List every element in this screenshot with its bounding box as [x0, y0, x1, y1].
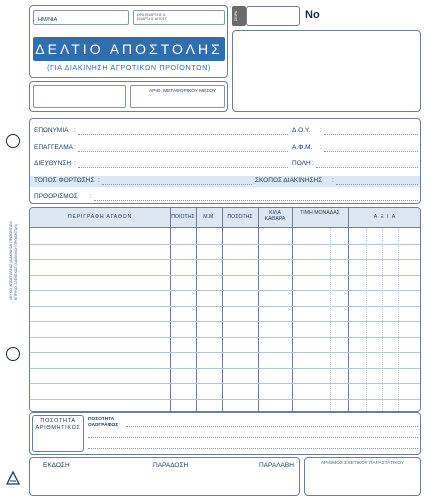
table-row[interactable]	[30, 243, 420, 245]
col-divider-3	[222, 208, 223, 411]
purpose-field[interactable]	[336, 184, 418, 185]
vehicle-number-field[interactable]: ΑΡΙΘ. ΜΕΤΑΦΟΡΙΚΟΥ ΜΕΣΟΥ	[130, 85, 225, 108]
col-divider-value-4	[398, 228, 399, 411]
totals-section: ΠΟΣΟΤΗΤΑ ΑΡΙΘΜΗΤΙΚΩΣ ΠΟΣΟΤΗΤΑ ΟΛΟΓΡΑΦΩΣ	[29, 412, 421, 455]
side-copy-label-2: ΚΙΤΡΙΝΟ: ΣΤΕΛΕΧΟΣ (ΔΙΑΚΙΝΗΣΗ ΠΡΟΪΟΝΤΩΝ)	[14, 223, 18, 300]
header-unit: Μ.Μ.	[203, 214, 215, 220]
document-subtitle: (ΓΙΑ ΔΙΑΚΙΝΗΣΗ ΑΓΡΟΤΙΚΩΝ ΠΡΟΪΟΝΤΩΝ)	[47, 63, 211, 72]
name-colon: :	[74, 127, 76, 134]
address-label: ΔΙΕΥΘΥΝΣΗ	[34, 160, 72, 167]
delivery-label: ΠΑΡΑΔΟΣΗ	[153, 462, 189, 469]
vat-label: Α.Φ.Μ.	[292, 144, 313, 151]
quantity-words-line-2[interactable]	[88, 437, 418, 438]
name-label: ΕΠΩΝΥΜΙΑ	[34, 127, 69, 134]
number-label: No	[305, 9, 320, 21]
table-row[interactable]	[30, 367, 420, 369]
title-banner: ΔΕΛΤΙΟ ΑΠΟΣΤΟΛΗΣ	[33, 37, 225, 61]
series-stamp-text: ΣΕΙΡΑ	[234, 10, 238, 21]
purpose-colon: :	[332, 177, 334, 184]
side-copy-label-1: ΛΕΥΚΟ: ΑΠΟΣΤΟΛΕΑΣ (ΔΙΑΚΙΝΗΣΗ ΠΡΟΪΟΝΤΩΝ)	[9, 221, 13, 300]
col-divider-6	[348, 208, 349, 411]
header-net-kg: ΚΙΛΑ ΚΑΘΑΡΑ	[264, 210, 286, 222]
series-stamp: ΣΕΙΡΑ	[232, 6, 246, 26]
city-label: ΠΟΛΗ	[292, 160, 311, 167]
table-row[interactable]	[30, 352, 420, 353]
table-row[interactable]	[30, 383, 420, 384]
table-row[interactable]	[30, 321, 420, 322]
serial-number-field[interactable]	[246, 6, 300, 26]
city-colon: :	[312, 160, 314, 167]
col-divider-value-2	[366, 228, 367, 411]
receipt-label: ΠΑΡΑΛΑΒΗ	[259, 462, 294, 469]
col-divider-value-1	[330, 228, 331, 411]
binder-hole-top	[6, 134, 20, 148]
name-field[interactable]	[78, 134, 288, 135]
col-divider-5	[292, 208, 293, 411]
header-title-box: ΗΜ/ΝΙΑ ΩΡΑ ΕΝΑΡΞΗΣ & ΕΝΑΡΞΗΣ ΑΠΟΣΤ. ΔΕΛΤ…	[29, 5, 228, 78]
loading-place-colon: :	[98, 177, 100, 184]
header-quantity: ΠΟΣΟΤΗΣ	[227, 214, 253, 220]
related-document-label: ΑΡΙΘΜΟΣ ΣΧΕΤΙΚΟΥ ΠΑΡΑΣΤΑΤΙΚΟΥ	[320, 461, 405, 466]
tax-office-colon: :	[320, 127, 322, 134]
date-label: ΗΜ/ΝΙΑ	[38, 17, 58, 23]
signatures-box: ΕΚΔΟΣΗ ΠΑΡΑΔΟΣΗ ΠΑΡΑΛΑΒΗ	[29, 457, 300, 496]
profession-label: ΕΠΑΓΓΕΛΜΑ	[34, 144, 73, 151]
address-field[interactable]	[78, 167, 288, 168]
loading-place-label: ΤΟΠΟΣ ΦΟΡΤΩΣΗΣ	[34, 177, 95, 184]
customer-stamp-box[interactable]	[232, 30, 421, 112]
binder-hole-bottom	[6, 347, 20, 361]
address-colon: :	[74, 160, 76, 167]
vehicle-row: ΑΡΙΘ. ΜΕΤΑΦΟΡΙΚΟΥ ΜΕΣΟΥ	[29, 81, 228, 112]
date-field[interactable]: ΗΜ/ΝΙΑ	[33, 10, 129, 25]
col-divider-2	[196, 208, 197, 411]
header-unit-price: ΤΙΜΗ ΜΟΝΑΔΑΣ	[300, 210, 340, 216]
tax-office-field[interactable]	[324, 134, 418, 135]
header-quality: ΠΟΙΟΤΗΣ	[171, 214, 195, 220]
table-row[interactable]	[30, 336, 420, 338]
destination-label: ΠΡΟΟΡΙΣΜΟΣ	[34, 193, 78, 200]
col-divider-4	[258, 208, 259, 411]
issue-label: ΕΚΔΟΣΗ	[43, 462, 70, 469]
time-field[interactable]: ΩΡΑ ΕΝΑΡΞΗΣ & ΕΝΑΡΞΗΣ ΑΠΟΣΤ.	[133, 10, 225, 25]
tax-office-label: Δ.Ο.Υ.	[292, 127, 311, 134]
quantity-words-label: ΠΟΣΟΤΗΤΑ ΟΛΟΓΡΑΦΩΣ	[88, 417, 119, 428]
quantity-words-line-1[interactable]	[126, 426, 418, 427]
header-value: Α Ξ Ι Α	[373, 214, 397, 220]
document-title: ΔΕΛΤΙΟ ΑΠΟΣΤΟΛΗΣ	[35, 41, 223, 57]
header-description: ΠΕΡΙΓΡΑΦΗ ΑΓΑΘΩΝ	[67, 214, 133, 220]
purpose-label: ΣΚΟΠΟΣ ΔΙΑΚΙΝΗΣΗΣ	[255, 177, 323, 184]
table-row[interactable]	[30, 305, 420, 307]
col-divider-value-3	[382, 228, 383, 411]
quantity-words-line-3[interactable]	[88, 448, 418, 449]
vehicle-number-label: ΑΡΙΘ. ΜΕΤΑΦΟΡΙΚΟΥ ΜΕΣΟΥ	[149, 89, 217, 94]
related-document-box[interactable]: ΑΡΙΘΜΟΣ ΣΧΕΤΙΚΟΥ ΠΑΡΑΣΤΑΤΙΚΟΥ	[304, 457, 421, 496]
publisher-logo	[5, 470, 21, 486]
quantity-numeric-label: ΠΟΣΟΤΗΤΑ ΑΡΙΘΜΗΤΙΚΩΣ	[35, 418, 81, 431]
col-divider-1	[170, 208, 171, 411]
table-row[interactable]	[30, 290, 420, 291]
vat-field[interactable]	[324, 151, 418, 152]
customer-info-section: ΕΠΩΝΥΜΙΑ : Δ.Ο.Υ. : ΕΠΑΓΓΕΛΜΑ : Α.Φ.Μ. :…	[29, 118, 421, 204]
profession-colon: :	[74, 144, 76, 151]
time-label: ΩΡΑ ΕΝΑΡΞΗΣ & ΕΝΑΡΞΗΣ ΑΠΟΣΤ.	[137, 13, 168, 22]
city-field[interactable]	[316, 167, 418, 168]
profession-field[interactable]	[78, 151, 288, 152]
left-margin: ΛΕΥΚΟ: ΑΠΟΣΤΟΛΕΑΣ (ΔΙΑΚΙΝΗΣΗ ΠΡΟΪΟΝΤΩΝ) …	[0, 0, 25, 500]
destination-colon: :	[90, 193, 92, 200]
destination-field[interactable]	[94, 200, 418, 201]
quantity-numeric-cell[interactable]: ΠΟΣΟΤΗΤΑ ΑΡΙΘΜΗΤΙΚΩΣ	[32, 415, 84, 452]
loading-place-field[interactable]	[102, 184, 252, 185]
vehicle-left-field[interactable]	[33, 85, 126, 108]
goods-table: ΠΕΡΙΓΡΑΦΗ ΑΓΑΘΩΝ ΠΟΙΟΤΗΣ Μ.Μ. ΠΟΣΟΤΗΣ ΚΙ…	[29, 207, 421, 412]
vat-colon: :	[320, 144, 322, 151]
table-row[interactable]	[30, 398, 420, 400]
table-row[interactable]	[30, 274, 420, 276]
table-row[interactable]	[30, 259, 420, 260]
